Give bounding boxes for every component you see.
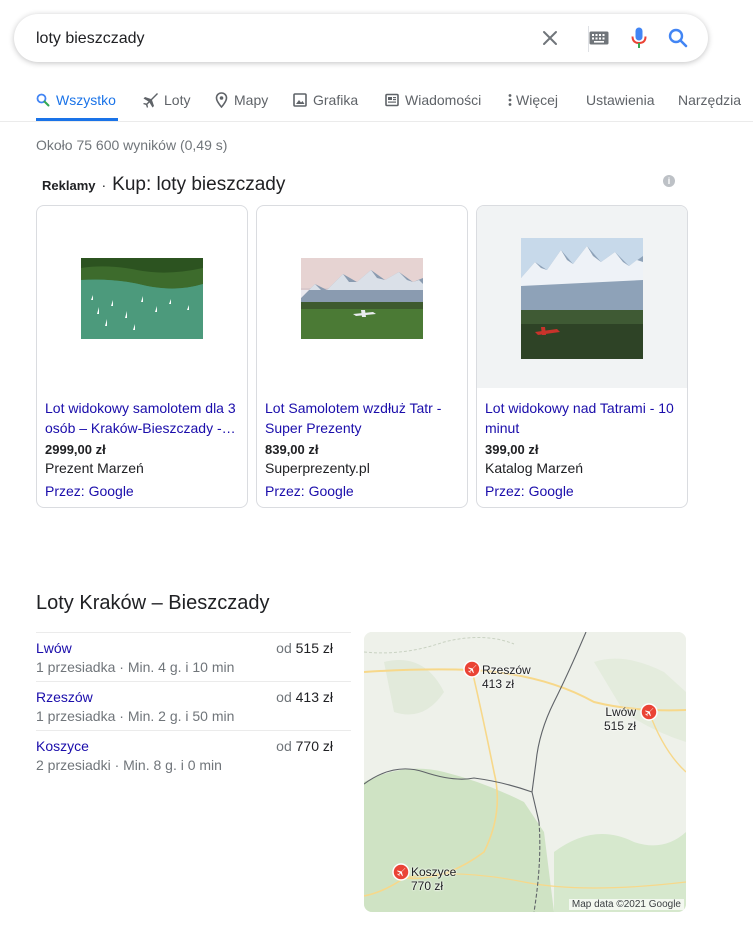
product-price: 399,00 zł [485,442,539,457]
flight-price-prefix: od [276,738,292,754]
search-submit-icon[interactable] [666,26,690,50]
flight-row[interactable]: Lwów 1 przesiadka · Min. 4 g. i 10 min o… [36,632,351,681]
tab-label: Wiadomości [405,92,482,108]
tab-grafika[interactable]: Grafika [293,90,358,110]
flights-map[interactable]: Rzeszów 413 zł Lwów 515 zł Koszyce 770 zł M… [364,632,686,912]
flight-row[interactable]: Koszyce 2 przesiadki · Min. 8 g. i 0 min… [36,730,351,779]
search-icon [36,93,50,107]
product-price: 839,00 zł [265,442,319,457]
flight-price: od 413 zł [276,689,333,705]
tab-wiadomosci[interactable]: Wiadomości [385,90,481,110]
search-bar [14,14,708,62]
map-marker-label: Koszyce 770 zł [411,865,456,893]
product-merchant: Katalog Marzeń [485,460,584,476]
tab-label: Wszystko [56,92,116,108]
ads-title: Kup: loty bieszczady [112,174,286,195]
flight-price-prefix: od [276,689,292,705]
tab-loty[interactable]: Loty [142,90,190,110]
map-marker-label: Lwów 515 zł [604,705,636,733]
product-card[interactable]: Lot widokowy samolotem dla 3 osób – Krak… [36,205,248,508]
flight-price: od 770 zł [276,738,333,754]
tab-label: Narzędzia [678,92,742,108]
product-card[interactable]: Lot Samolotem wzdłuż Tatr - Super Prezen… [256,205,468,508]
tab-narzedzia[interactable]: Narzędzia [678,90,741,110]
more-vert-icon [508,94,512,106]
microphone-icon[interactable] [627,26,651,50]
tab-wiecej[interactable]: Więcej [508,90,558,110]
flight-row[interactable]: Rzeszów 1 przesiadka · Min. 2 g. i 50 mi… [36,681,351,730]
tab-ustawienia[interactable]: Ustawienia [586,90,654,110]
airport-marker-icon[interactable] [463,660,481,678]
map-marker-price: 515 zł [604,719,637,733]
flight-destination-link[interactable]: Lwów [36,640,72,656]
product-title[interactable]: Lot Samolotem wzdłuż Tatr - Super Prezen… [265,398,461,438]
airport-marker-icon[interactable] [640,703,658,721]
product-price: 2999,00 zł [45,442,106,457]
product-via-link[interactable]: Przez: Google [485,483,574,499]
result-stats: Około 75 600 wyników (0,49 s) [36,137,228,153]
ads-header: Reklamy · Kup: loty bieszczady [42,174,285,196]
map-marker-city: Koszyce [411,865,457,879]
map-marker-price: 413 zł [482,677,515,691]
active-tab-indicator [36,118,118,121]
ads-label: Reklamy [42,178,96,193]
map-marker-city: Lwów [605,705,637,719]
product-via-link[interactable]: Przez: Google [45,483,134,499]
product-via-link[interactable]: Przez: Google [265,483,354,499]
flight-destination-link[interactable]: Rzeszów [36,689,93,705]
image-icon [293,93,307,107]
tab-wszystko[interactable]: Wszystko [36,90,116,110]
airport-marker-icon[interactable] [392,863,410,881]
product-image [37,206,247,388]
tab-label: Mapy [234,92,269,108]
news-icon [385,93,399,107]
flight-destination-link[interactable]: Koszyce [36,738,89,754]
tab-label: Więcej [516,92,559,108]
product-card[interactable]: Lot widokowy nad Tatrami - 10 minut 399,… [476,205,688,508]
flight-detail: 1 przesiadka · Min. 2 g. i 50 min [36,708,235,724]
product-merchant: Prezent Marzeń [45,460,144,476]
tab-mapy[interactable]: Mapy [215,90,268,110]
flight-price-value: 770 zł [295,738,333,754]
product-image [477,206,687,388]
tab-label: Ustawienia [586,92,655,108]
map-credit: Map data ©2021 Google [568,899,684,910]
flight-detail: 2 przesiadki · Min. 8 g. i 0 min [36,757,222,773]
plane-icon [143,93,158,108]
product-merchant: Superprezenty.pl [265,460,370,476]
search-tabs: Wszystko Loty Mapy Grafika Wiadomości Wi… [0,80,753,122]
flight-detail: 1 przesiadka · Min. 4 g. i 10 min [36,659,235,675]
clear-icon[interactable] [538,26,562,50]
flight-price-prefix: od [276,640,292,656]
product-image [257,206,467,388]
map-marker-label: Rzeszów 413 zł [482,663,531,691]
map-marker-city: Rzeszów [482,663,531,677]
flight-price-value: 413 zł [295,689,333,705]
tab-label: Grafika [313,92,359,108]
tab-label: Loty [164,92,191,108]
product-title[interactable]: Lot widokowy samolotem dla 3 osób – Krak… [45,398,241,438]
flight-price: od 515 zł [276,640,333,656]
map-pin-icon [215,92,228,108]
flights-title: Loty Kraków – Bieszczady [36,592,270,614]
keyboard-icon[interactable] [587,26,611,50]
flight-list: Lwów 1 przesiadka · Min. 4 g. i 10 min o… [36,632,351,779]
map-marker-price: 770 zł [411,879,444,893]
ads-separator: · [101,177,107,193]
info-icon[interactable]: i [663,175,675,187]
flight-price-value: 515 zł [295,640,333,656]
product-title[interactable]: Lot widokowy nad Tatrami - 10 minut [485,398,681,438]
search-input[interactable] [36,29,516,49]
